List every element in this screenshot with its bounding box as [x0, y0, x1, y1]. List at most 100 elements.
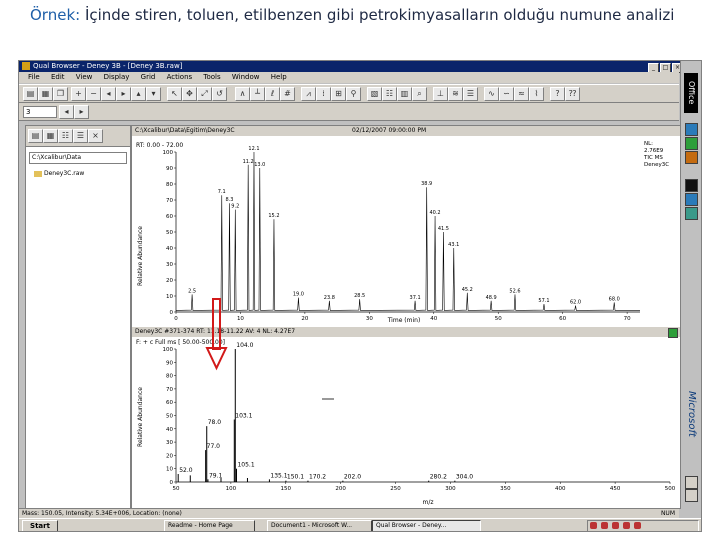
- scan-icon[interactable]: ⊞: [331, 87, 346, 101]
- start-button[interactable]: Start: [22, 520, 58, 531]
- details-icon[interactable]: ☷: [58, 129, 73, 143]
- chromatogram-y-tick-label: 50: [166, 230, 173, 236]
- copy-icon[interactable]: ❐: [53, 87, 68, 101]
- new-folder-icon[interactable]: ▤: [28, 129, 43, 143]
- spectrum-y-tick-label: 70: [166, 387, 173, 393]
- mass-spectrum-plot[interactable]: F: + c Full ms [ 50.00-500.00] Relative …: [132, 337, 680, 507]
- tray-icon: [590, 522, 597, 529]
- mz-peak-label: 170.2: [309, 474, 326, 481]
- trace-2-icon[interactable]: ∽: [499, 87, 514, 101]
- file-close-icon[interactable]: ×: [88, 129, 103, 143]
- menu-bar: File Edit View Display Grid Actions Tool…: [19, 72, 679, 83]
- menu-grid[interactable]: Grid: [141, 72, 156, 83]
- outlook-icon[interactable]: [685, 193, 698, 206]
- raw-file-path: C:\Xcalibur\Data\Egitim\Deney3C: [135, 127, 235, 134]
- status-text: Mass: 150.05, Intensity: 5.34E+006, Loca…: [22, 510, 182, 517]
- excel-icon[interactable]: [685, 137, 698, 150]
- plot-info-line: NL:: [644, 141, 653, 147]
- system-tray: [587, 520, 699, 531]
- spectrum-y-tick-label: 40: [166, 427, 173, 433]
- context-help-icon[interactable]: ⁇: [565, 87, 580, 101]
- view-selector[interactable]: 3: [23, 106, 57, 118]
- ions-icon[interactable]: ⁞: [316, 87, 331, 101]
- task-qual-browser[interactable]: Qual Browser - Deney...: [372, 520, 481, 531]
- peak-label: 13.0: [254, 162, 265, 168]
- print-icon[interactable]: ▦: [38, 87, 53, 101]
- chromatogram-x-tick-label: 20: [301, 316, 308, 322]
- open-icon[interactable]: ▤: [23, 87, 38, 101]
- cursor-icon[interactable]: ↖: [167, 87, 182, 101]
- overlay-icon[interactable]: ≋: [448, 87, 463, 101]
- mz-peak-label: 105.1: [237, 462, 254, 469]
- file-name: Deney3C.raw: [44, 170, 85, 177]
- right-arrow-icon[interactable]: ▸: [116, 87, 131, 101]
- help-icon[interactable]: ?: [550, 87, 565, 101]
- map-icon[interactable]: ▧: [367, 87, 382, 101]
- menu-display[interactable]: Display: [104, 72, 130, 83]
- filter-icon[interactable]: ⚲: [346, 87, 361, 101]
- chart-pane: C:\Xcalibur\Data\Egitim\Deney3C 02/12/20…: [131, 125, 681, 509]
- peak-icon[interactable]: ∧: [235, 87, 250, 101]
- spectrum-filter: F: + c Full ms [ 50.00-500.00]: [136, 339, 225, 346]
- reset-icon[interactable]: ↺: [212, 87, 227, 101]
- menu-tools[interactable]: Tools: [203, 72, 220, 83]
- chromatogram-plot[interactable]: RT: 0.00 - 72.00 NL: 2.76E9 TIC MS Deney…: [132, 136, 680, 326]
- up-arrow-icon[interactable]: ▴: [131, 87, 146, 101]
- spectrum-y-tick-label: 90: [166, 360, 173, 366]
- chromatogram-y-tick-label: 0: [170, 310, 174, 316]
- mz-peak-label: 202.0: [344, 474, 361, 481]
- spectrum-icon[interactable]: ┴: [250, 87, 265, 101]
- office-shortcut-icon[interactable]: [685, 489, 698, 502]
- zoom-in-icon[interactable]: +: [71, 87, 86, 101]
- menu-edit[interactable]: Edit: [51, 72, 65, 83]
- tray-icon: [612, 522, 619, 529]
- view-back-icon[interactable]: ◂: [59, 105, 74, 119]
- chromatogram-y-tick-label: 20: [166, 278, 173, 284]
- chromatogram-y-tick-label: 70: [166, 198, 173, 204]
- search-icon[interactable]: ⌕: [412, 87, 427, 101]
- spectrum-axes: 010203040506070809010050 100 150 200 250 300 3…: [163, 347, 676, 492]
- task-readme[interactable]: Readme - Home Page: [164, 520, 255, 531]
- menu-file[interactable]: File: [28, 72, 40, 83]
- file-open-icon[interactable]: ▦: [43, 129, 58, 143]
- expand-icon[interactable]: ✥: [182, 87, 197, 101]
- publisher-icon[interactable]: [685, 207, 698, 220]
- view-forward-icon[interactable]: ▸: [74, 105, 89, 119]
- table-icon[interactable]: ☷: [382, 87, 397, 101]
- menu-actions[interactable]: Actions: [167, 72, 193, 83]
- chromatogram-icon[interactable]: ⩘: [301, 87, 316, 101]
- office-shortcut-icon[interactable]: [685, 476, 698, 489]
- office-app-icon[interactable]: [685, 179, 698, 192]
- peak-label: 38.9: [421, 181, 432, 187]
- directory-combo[interactable]: C:\Xcalibur\Data: [29, 152, 127, 164]
- task-document[interactable]: Document1 - Microsoft W...: [267, 520, 372, 531]
- word-icon[interactable]: [685, 123, 698, 136]
- label-icon[interactable]: ℓ: [265, 87, 280, 101]
- spectrum-y-tick-label: 80: [166, 374, 173, 380]
- spectrum-y-tick-label: 100: [163, 347, 174, 353]
- library-icon[interactable]: ▥: [397, 87, 412, 101]
- zoom-out-icon[interactable]: −: [86, 87, 101, 101]
- stack-icon[interactable]: ☰: [463, 87, 478, 101]
- trace-icon[interactable]: ∿: [484, 87, 499, 101]
- down-arrow-icon[interactable]: ▾: [146, 87, 161, 101]
- menu-view[interactable]: View: [76, 72, 93, 83]
- trace-4-icon[interactable]: ⌇: [529, 87, 544, 101]
- trace-3-icon[interactable]: ≈: [514, 87, 529, 101]
- spectrum-scan-header: Deney3C #371-374 RT: 11.18-11.22 AV: 4 N…: [135, 328, 296, 335]
- slide-title-lead: Örnek:: [30, 6, 81, 24]
- peak-label: 7.1: [218, 189, 226, 195]
- left-arrow-icon[interactable]: ◂: [101, 87, 116, 101]
- menu-window[interactable]: Window: [232, 72, 260, 83]
- peak-label: 23.8: [324, 295, 335, 301]
- powerpoint-icon[interactable]: [685, 151, 698, 164]
- pin-icon[interactable]: ⊥: [433, 87, 448, 101]
- list-icon[interactable]: ☰: [73, 129, 88, 143]
- status-bar: Mass: 150.05, Intensity: 5.34E+006, Loca…: [19, 508, 679, 518]
- fit-icon[interactable]: ⤢: [197, 87, 212, 101]
- raw-file-icon: [34, 170, 42, 177]
- grid-icon[interactable]: #: [280, 87, 295, 101]
- file-list-item[interactable]: Deney3C.raw: [34, 170, 84, 177]
- menu-help[interactable]: Help: [271, 72, 287, 83]
- peak-label: 19.0: [293, 292, 304, 298]
